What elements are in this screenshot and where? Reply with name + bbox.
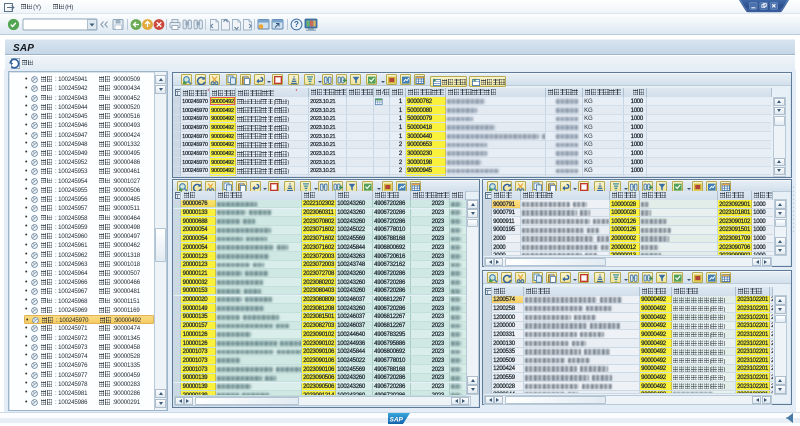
svg-text:?: ? [294,20,299,29]
svg-text:SAP: SAP [390,416,404,423]
